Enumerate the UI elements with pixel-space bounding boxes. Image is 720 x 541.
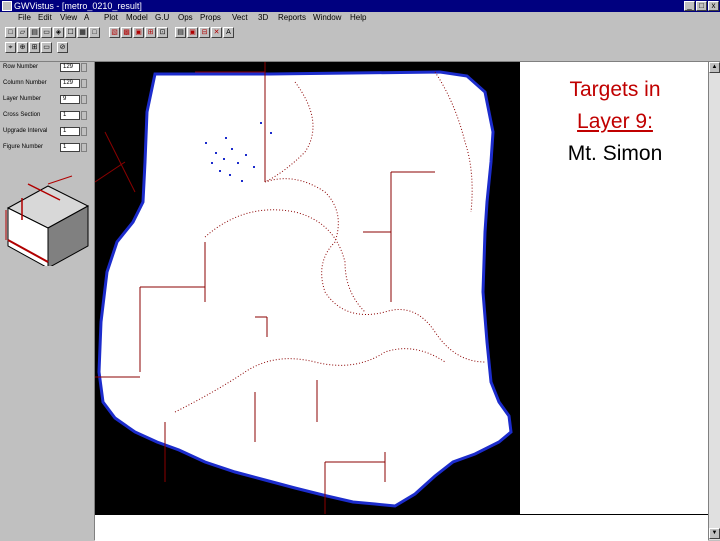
slide-heading-line2: Layer 9: bbox=[577, 110, 653, 133]
head-icon[interactable]: ⊡ bbox=[157, 27, 168, 38]
no-entry-icon[interactable]: ⊘ bbox=[57, 42, 68, 53]
layer-number-spinner[interactable] bbox=[81, 95, 87, 104]
grid-icon[interactable]: ◈ bbox=[53, 27, 64, 38]
upgrade-interval-input[interactable]: 1 bbox=[60, 127, 80, 136]
menu-a[interactable]: A bbox=[84, 12, 89, 24]
upgrade-interval-label: Upgrade Interval bbox=[3, 128, 48, 134]
menu-props[interactable]: Props bbox=[200, 12, 221, 24]
text-tool-icon[interactable]: A bbox=[223, 27, 234, 38]
contour-icon[interactable]: ▤ bbox=[175, 27, 186, 38]
menu-ops[interactable]: Ops bbox=[178, 12, 193, 24]
layer-icon[interactable]: ▦ bbox=[77, 27, 88, 38]
model-boundary bbox=[97, 70, 513, 508]
close-button[interactable]: x bbox=[708, 1, 719, 11]
recharge-icon[interactable]: ⊞ bbox=[145, 27, 156, 38]
column-number-label: Column Number bbox=[3, 80, 47, 86]
scroll-down-icon[interactable]: ▼ bbox=[709, 528, 720, 539]
drain-icon[interactable]: ▣ bbox=[133, 27, 144, 38]
menu-model[interactable]: Model bbox=[126, 12, 148, 24]
column-number-input[interactable]: 129 bbox=[60, 79, 80, 88]
row-number-spinner[interactable] bbox=[81, 63, 87, 72]
title-bar: GWVistus - [metro_0210_result] _ □ x bbox=[0, 0, 720, 12]
maximize-button[interactable]: □ bbox=[696, 1, 707, 11]
menu-bar: File Edit View A Plot Model G.U Ops Prop… bbox=[0, 12, 720, 24]
river-icon[interactable]: ▩ bbox=[121, 27, 132, 38]
copy-icon[interactable]: ☐ bbox=[65, 27, 76, 38]
grid-select-icon[interactable]: ⊞ bbox=[29, 42, 40, 53]
toolbar: □ ▱ ▤ ▭ ◈ ☐ ▦ □ ▧ ▩ ▣ ⊞ ⊡ ▤ ▣ ⊟ ✕ A ⌖ ⊕ … bbox=[0, 24, 720, 62]
save-icon[interactable]: ▤ bbox=[29, 27, 40, 38]
menu-help[interactable]: Help bbox=[350, 12, 366, 24]
print-icon[interactable]: ▭ bbox=[41, 27, 52, 38]
region-icon[interactable]: ▭ bbox=[41, 42, 52, 53]
figure-number-label: Figure Number bbox=[3, 144, 44, 150]
menu-file[interactable]: File bbox=[18, 12, 31, 24]
row-number-label: Row Number bbox=[3, 64, 39, 70]
menu-view[interactable]: View bbox=[60, 12, 77, 24]
scroll-up-icon[interactable]: ▲ bbox=[709, 62, 720, 73]
figure-number-input[interactable]: 1 bbox=[60, 143, 80, 152]
well-icon[interactable]: ▧ bbox=[109, 27, 120, 38]
vertical-scrollbar[interactable]: ▲ ▼ bbox=[708, 62, 720, 540]
zoom-in-icon[interactable]: ⊕ bbox=[17, 42, 28, 53]
pointer-icon[interactable]: ⌖ bbox=[5, 42, 16, 53]
model-grid-map bbox=[94, 62, 513, 514]
menu-3d[interactable]: 3D bbox=[258, 12, 268, 24]
delete-icon[interactable]: ⊟ bbox=[199, 27, 210, 38]
figure-number-spinner[interactable] bbox=[81, 143, 87, 152]
column-number-spinner[interactable] bbox=[81, 79, 87, 88]
cross-section-input[interactable]: 1 bbox=[60, 111, 80, 120]
new-icon[interactable]: □ bbox=[5, 27, 16, 38]
cross-section-label: Cross Section bbox=[3, 112, 41, 118]
menu-gu[interactable]: G.U bbox=[155, 12, 169, 24]
upgrade-interval-spinner[interactable] bbox=[81, 127, 87, 136]
remove-icon[interactable]: ✕ bbox=[211, 27, 222, 38]
slide-heading-line1: Targets in bbox=[569, 78, 661, 101]
layer-number-label: Layer Number bbox=[3, 96, 42, 102]
window-title: GWVistus - [metro_0210_result] bbox=[14, 1, 142, 11]
layer-number-input[interactable]: 9 bbox=[60, 95, 80, 104]
app-icon bbox=[2, 1, 12, 11]
cross-section-spinner[interactable] bbox=[81, 111, 87, 120]
model-map-viewport[interactable] bbox=[94, 62, 520, 514]
grid-cube-icon[interactable] bbox=[2, 170, 90, 266]
menu-reports[interactable]: Reports bbox=[278, 12, 306, 24]
menu-plot[interactable]: Plot bbox=[104, 12, 118, 24]
frame-icon[interactable]: □ bbox=[89, 27, 100, 38]
menu-edit[interactable]: Edit bbox=[38, 12, 52, 24]
open-icon[interactable]: ▱ bbox=[17, 27, 28, 38]
left-control-panel: Row Number 129 Column Number 129 Layer N… bbox=[0, 62, 95, 540]
slide-heading-line3: Mt. Simon bbox=[567, 142, 663, 165]
minimize-button[interactable]: _ bbox=[684, 1, 695, 11]
status-area bbox=[95, 514, 708, 541]
menu-vect[interactable]: Vect bbox=[232, 12, 248, 24]
row-number-input[interactable]: 129 bbox=[60, 63, 80, 72]
target-icon[interactable]: ▣ bbox=[187, 27, 198, 38]
menu-window[interactable]: Window bbox=[313, 12, 341, 24]
